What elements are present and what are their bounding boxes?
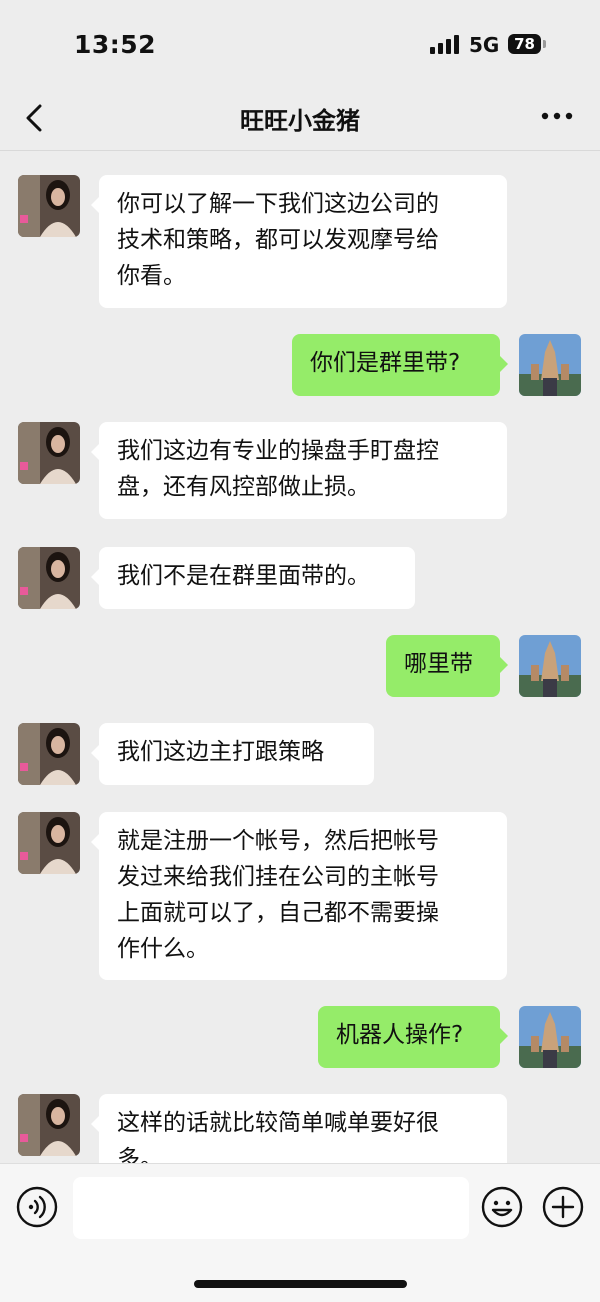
status-bar: 13:52 5G 78: [0, 0, 600, 92]
status-time: 13:52: [74, 30, 157, 59]
chat-title: 旺旺小金猪: [240, 107, 360, 135]
message-input[interactable]: [73, 1177, 469, 1239]
contact-avatar[interactable]: [18, 175, 80, 237]
incoming-message-bubble[interactable]: 这样的话就比较简单喊单要好很 多。: [91, 1094, 507, 1163]
message-list[interactable]: 你可以了解一下我们这边公司的 技术和策略，都可以发观摩号给 你看。 你们是群里带…: [0, 151, 600, 1163]
user-avatar[interactable]: [519, 635, 581, 697]
outgoing-message-bubble[interactable]: 哪里带: [386, 635, 508, 697]
outgoing-message-bubble[interactable]: 你们是群里带?: [292, 334, 508, 396]
contact-avatar[interactable]: [18, 422, 80, 484]
contact-avatar[interactable]: [18, 723, 80, 785]
emoji-icon[interactable]: [481, 1186, 523, 1228]
voice-icon[interactable]: [16, 1186, 58, 1228]
more-dots-icon[interactable]: [540, 110, 574, 122]
incoming-message-bubble[interactable]: 我们不是在群里面带的。: [91, 547, 415, 609]
user-avatar[interactable]: [519, 1006, 581, 1068]
battery-icon: 78: [508, 34, 541, 54]
battery-cap: [543, 40, 546, 48]
incoming-message-bubble[interactable]: 你可以了解一下我们这边公司的 技术和策略，都可以发观摩号给 你看。: [91, 175, 507, 308]
contact-avatar[interactable]: [18, 547, 80, 609]
incoming-message-bubble[interactable]: 我们这边有专业的操盘手盯盘控 盘，还有风控部做止损。: [91, 422, 507, 519]
outgoing-message-bubble[interactable]: 机器人操作?: [318, 1006, 508, 1068]
signal-icon: [430, 34, 462, 54]
home-indicator[interactable]: [194, 1280, 407, 1288]
user-avatar[interactable]: [519, 334, 581, 396]
network-type: 5G: [469, 33, 500, 57]
contact-avatar[interactable]: [18, 1094, 80, 1156]
incoming-message-bubble[interactable]: 我们这边主打跟策略: [91, 723, 374, 785]
incoming-message-bubble[interactable]: 就是注册一个帐号，然后把帐号 发过来给我们挂在公司的主帐号 上面就可以了，自己都…: [91, 812, 507, 980]
input-bar: [0, 1163, 600, 1302]
contact-avatar[interactable]: [18, 812, 80, 874]
nav-bar: 旺旺小金猪: [0, 92, 600, 151]
plus-icon[interactable]: [542, 1186, 584, 1228]
